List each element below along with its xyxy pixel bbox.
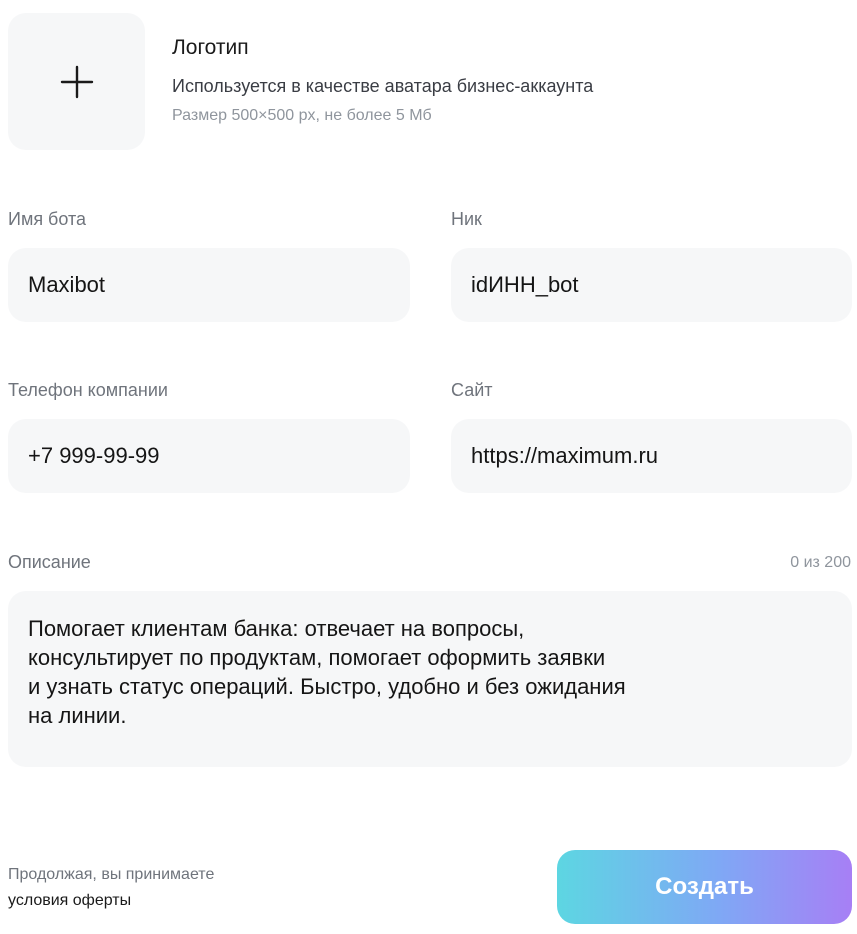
logo-description: Используется в качестве аватара бизнес-а… — [172, 76, 594, 96]
nick-label: Ник — [451, 209, 482, 229]
phone-label: Телефон компании — [8, 380, 168, 400]
site-input[interactable]: https://maximum.ru — [451, 419, 852, 493]
logo-title: Логотип — [172, 36, 249, 59]
plus-icon — [60, 65, 93, 98]
description-label: Описание — [8, 552, 91, 572]
create-bot-form: Логотип Используется в качестве аватара … — [0, 0, 857, 934]
offer-terms-link[interactable]: условия оферты — [8, 890, 131, 912]
logo-upload-button[interactable] — [8, 13, 145, 150]
phone-input[interactable]: +7 999-99-99 — [8, 419, 410, 493]
description-line: и узнать статус операций. Быстро, удобно… — [28, 674, 626, 699]
character-counter: 0 из 200 — [790, 554, 851, 571]
description-textarea[interactable]: Помогает клиентам банка: отвечает на воп… — [8, 591, 852, 767]
consent-text: Продолжая, вы принимаете — [8, 866, 215, 883]
logo-size-hint: Размер 500×500 px, не более 5 Мб — [172, 107, 432, 124]
create-button[interactable]: Создать — [557, 850, 852, 924]
nick-input[interactable]: idИНН_bot — [451, 248, 852, 322]
site-label: Сайт — [451, 380, 493, 400]
bot-name-input[interactable]: Maxibot — [8, 248, 410, 322]
description-line: Помогает клиентам банка: отвечает на воп… — [28, 616, 525, 641]
description-line: на линии. — [28, 703, 127, 728]
consent-block: Продолжая, вы принимаете условия оферты — [8, 864, 214, 912]
description-line: консультирует по продуктам, помогает офо… — [28, 645, 606, 670]
bot-name-label: Имя бота — [8, 209, 87, 229]
logo-info: Логотип Используется в качестве аватара … — [172, 35, 593, 126]
